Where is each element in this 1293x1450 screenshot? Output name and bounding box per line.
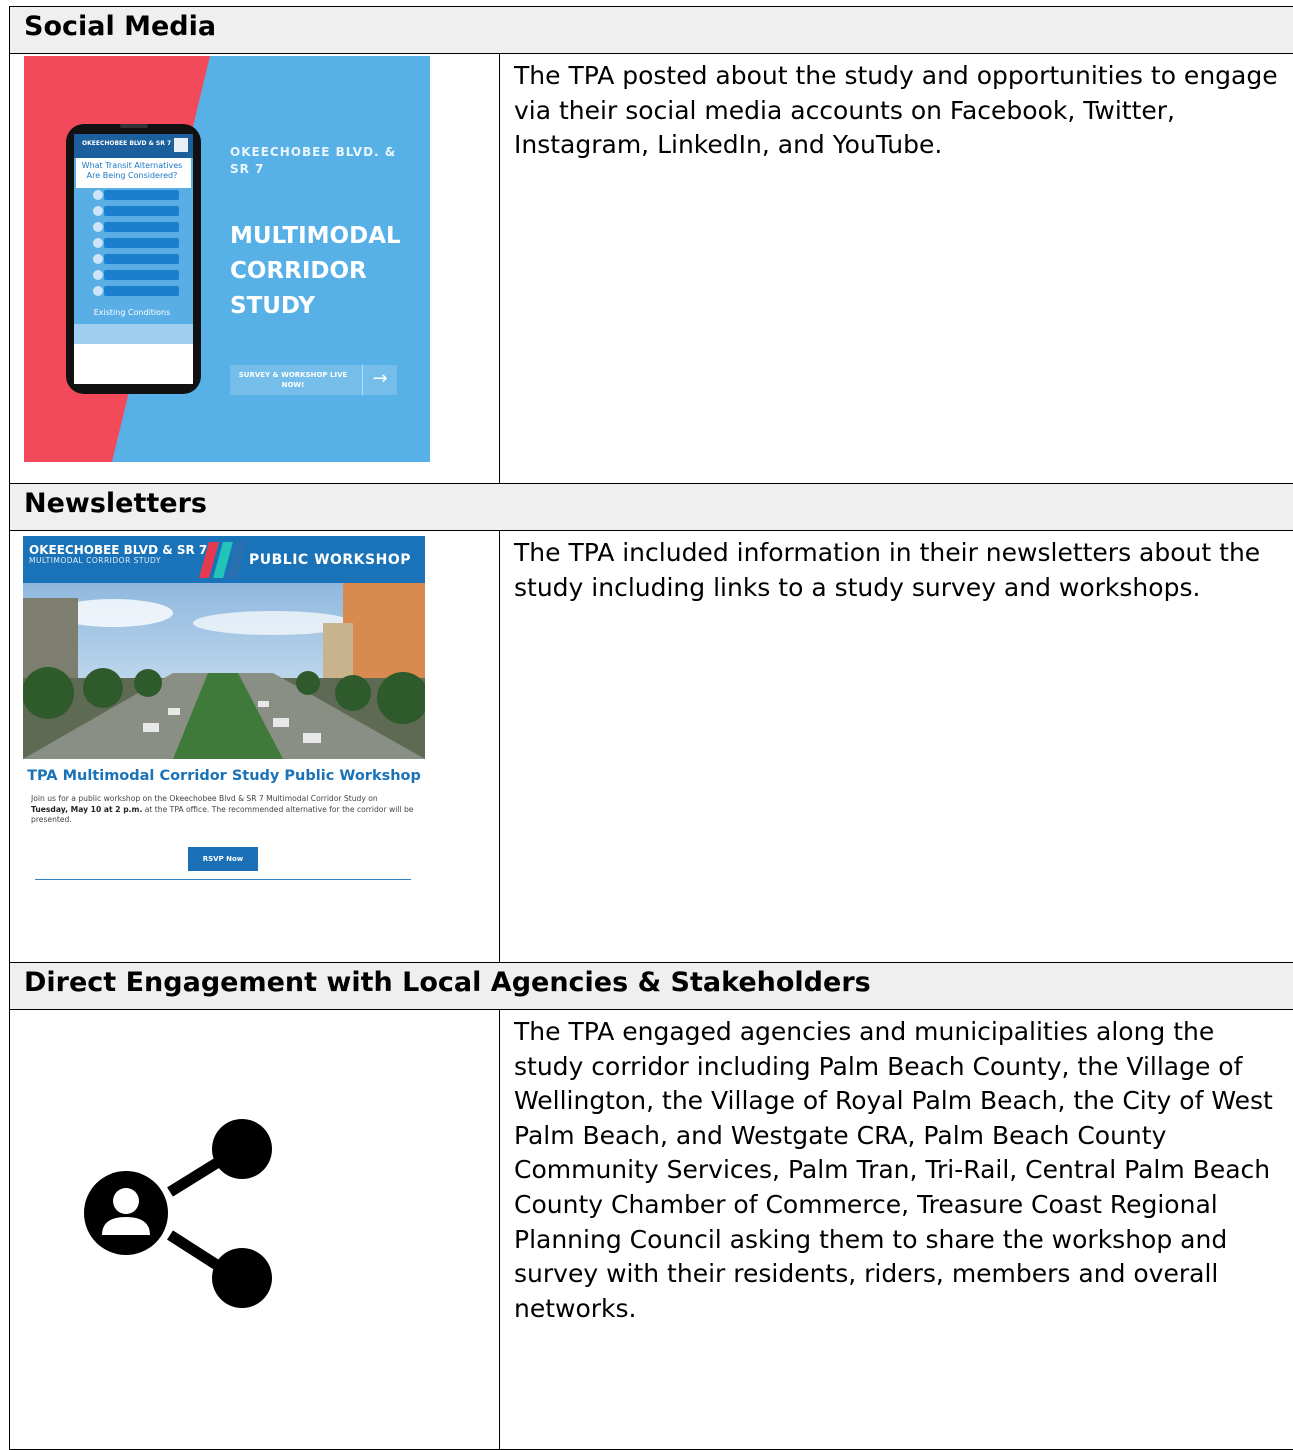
newsletter-banner-title: OKEECHOBEE BLVD & SR 7 [29,544,207,556]
image-cell [10,1010,500,1450]
newsletter-body-date: Tuesday, May 10 at 2 p.m. [31,805,142,814]
section-heading: Newsletters [10,484,1293,531]
section-header-direct-engagement: Direct Engagement with Local Agencies & … [10,963,1293,1010]
share-person-icon [70,1105,280,1315]
newsletter-headline: TPA Multimodal Corridor Study Public Wor… [23,768,425,784]
newsletter-body: Join us for a public workshop on the Oke… [31,794,417,826]
phone-existing-text: Existing Conditions [76,308,188,317]
section-heading: Direct Engagement with Local Agencies & … [10,963,1293,1010]
section-header-social-media: Social Media [10,7,1293,54]
newsletter-banner-right: PUBLIC WORKSHOP [249,552,411,568]
graphic-cta-text: SURVEY & WORKSHOP LIVE NOW! [238,370,348,390]
phone-question-text: What Transit Alternatives Are Being Cons… [76,161,188,181]
graphic-cta: SURVEY & WORKSHOP LIVE NOW! → [230,365,397,395]
newsletter-banner: OKEECHOBEE BLVD & SR 7 MULTIMODAL CORRID… [23,536,425,583]
image-cell: OKEECHOBEE BLVD & SR 7 MULTIMODAL CORRID… [10,531,500,963]
rsvp-button[interactable]: RSVP Now [188,847,258,871]
section-description: The TPA included information in their ne… [500,531,1293,963]
section-description: The TPA posted about the study and oppor… [500,54,1293,484]
phone-header-text: OKEECHOBEE BLVD & SR 7 [82,140,171,147]
section-description: The TPA engaged agencies and municipalit… [500,1010,1293,1450]
section-heading: Social Media [10,7,1293,54]
graphic-title: MULTIMODAL CORRIDOR STUDY [230,219,430,324]
newsletter-body-lead: Join us for a public workshop on the Oke… [31,794,378,803]
newsletter-graphic: OKEECHOBEE BLVD & SR 7 MULTIMODAL CORRID… [23,536,425,888]
newsletter-banner-subtitle: MULTIMODAL CORRIDOR STUDY [29,556,161,565]
image-cell: OKEECHOBEE BLVD & SR 7 What Transit Alte… [10,54,500,484]
section-row-social-media: OKEECHOBEE BLVD & SR 7 What Transit Alte… [10,54,1293,484]
newsletter-divider [35,879,411,880]
corridor-photo [23,583,425,759]
engagement-table: Social Media [9,6,1293,1450]
arrow-right-icon: → [362,365,397,395]
section-row-direct-engagement: The TPA engaged agencies and municipalit… [10,1010,1293,1450]
stripes-logo-icon [199,542,249,578]
graphic-kicker: OKEECHOBEE BLVD. & SR 7 [230,144,410,178]
section-header-newsletters: Newsletters [10,484,1293,531]
section-row-newsletters: OKEECHOBEE BLVD & SR 7 MULTIMODAL CORRID… [10,531,1293,963]
social-media-graphic: OKEECHOBEE BLVD & SR 7 What Transit Alte… [24,56,430,462]
